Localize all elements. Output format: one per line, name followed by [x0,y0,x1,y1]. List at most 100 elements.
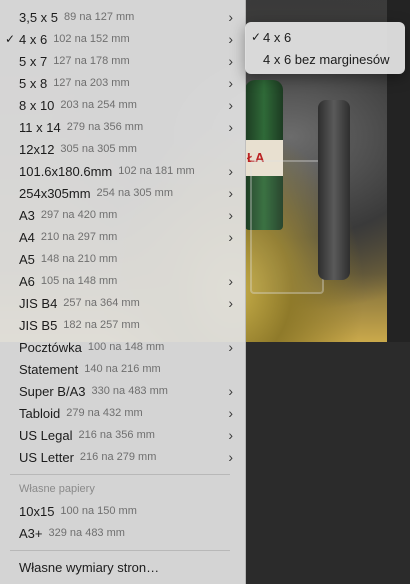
paper-size-dims: 254 na 305 mm [96,187,173,199]
paper-size-item[interactable]: Pocztówka 100 na 148 mm › [0,336,245,358]
paper-size-name: A3+ [19,525,43,541]
paper-size-name: A5 [19,251,35,267]
paper-size-dims: 330 na 483 mm [91,385,168,397]
paper-size-item[interactable]: A3 297 na 420 mm › [0,204,245,226]
paper-size-item[interactable]: 5 x 7 127 na 178 mm › [0,50,245,72]
chevron-right-icon: › [228,207,233,223]
submenu-item-4x6-borderless[interactable]: 4 x 6 bez marginesów [245,48,405,70]
paper-size-item[interactable]: US Letter 216 na 279 mm › [0,446,245,468]
paper-size-dims: 279 na 432 mm [66,407,143,419]
paper-size-dims: 100 na 150 mm [60,505,137,517]
paper-size-name: A6 [19,273,35,289]
paper-size-dims: 210 na 297 mm [40,231,118,243]
paper-size-dims: 148 na 210 mm [40,253,118,265]
chevron-right-icon: › [228,449,233,465]
chevron-right-icon: › [228,383,233,399]
paper-size-name: JIS B5 [19,317,58,333]
paper-size-name: Super B/A3 [19,383,86,399]
paper-size-name: A4 [19,229,35,245]
custom-page-sizes-item[interactable]: Własne wymiary stron… [0,556,245,578]
chevron-right-icon: › [228,97,233,113]
photo-glass [250,160,324,294]
menu-separator [10,550,230,551]
check-icon: ✓ [5,32,16,46]
chevron-right-icon: › [228,9,233,25]
paper-size-item[interactable]: 11 x 14 279 na 356 mm › [0,116,245,138]
paper-size-name: 8 x 10 [19,97,55,113]
chevron-right-icon: › [228,185,233,201]
paper-size-name: US Letter [19,449,74,465]
paper-size-dims: 102 na 181 mm [118,165,195,177]
paper-size-dims: 279 na 356 mm [66,121,144,133]
paper-size-name: US Legal [19,427,73,443]
paper-size-name: 11 x 14 [19,119,61,135]
submenu-item-4x6[interactable]: ✓ 4 x 6 [245,26,405,48]
paper-size-name: 10x15 [19,503,55,519]
paper-size-item[interactable]: JIS B5 182 na 257 mm [0,314,245,336]
paper-size-item[interactable]: Super B/A3 330 na 483 mm › [0,380,245,402]
custom-papers-section-label: Własne papiery [19,483,95,495]
paper-size-name: A3 [19,207,35,223]
paper-size-dims: 203 na 254 mm [60,99,137,111]
chevron-right-icon: › [228,273,233,289]
paper-size-dims: 102 na 152 mm [53,33,130,45]
paper-size-dims: 257 na 364 mm [63,297,140,309]
paper-size-name: Tabloid [19,405,61,421]
chevron-right-icon: › [228,119,233,135]
chevron-right-icon: › [228,53,233,69]
custom-paper-item[interactable]: 10x15 100 na 150 mm [0,500,245,522]
paper-size-item[interactable]: A5 148 na 210 mm [0,248,245,270]
chevron-right-icon: › [228,339,233,355]
chevron-right-icon: › [228,163,233,179]
custom-paper-item[interactable]: A3+ 329 na 483 mm [0,522,245,544]
paper-size-item[interactable]: 254x305mm 254 na 305 mm › [0,182,245,204]
check-icon: ✓ [251,30,262,44]
paper-size-name: 101.6x180.6mm [19,163,113,179]
paper-size-name: 4 x 6 [19,31,48,47]
chevron-right-icon: › [228,229,233,245]
photo-bottle-2 [318,100,350,280]
chevron-right-icon: › [228,427,233,443]
paper-size-item[interactable]: 101.6x180.6mm 102 na 181 mm › [0,160,245,182]
paper-size-dims: 182 na 257 mm [63,319,140,331]
paper-size-item[interactable]: A6 105 na 148 mm › [0,270,245,292]
paper-size-name: 254x305mm [19,185,91,201]
paper-size-item[interactable]: 5 x 8 127 na 203 mm › [0,72,245,94]
paper-size-name: Pocztówka [19,339,82,355]
chevron-right-icon: › [228,295,233,311]
paper-size-submenu: ✓ 4 x 6 4 x 6 bez marginesów [245,22,405,74]
paper-size-name: 5 x 7 [19,53,48,69]
chevron-right-icon: › [228,405,233,421]
paper-size-item[interactable]: A4 210 na 297 mm › [0,226,245,248]
paper-size-item[interactable]: Statement 140 na 216 mm [0,358,245,380]
paper-size-dims: 140 na 216 mm [84,363,161,375]
paper-size-dims: 89 na 127 mm [64,11,135,23]
paper-size-dims: 105 na 148 mm [40,275,118,287]
menu-separator [10,474,230,475]
paper-size-dims: 329 na 483 mm [48,527,125,539]
paper-size-dims: 100 na 148 mm [87,341,165,353]
chevron-right-icon: › [228,31,233,47]
paper-size-name: Statement [19,361,79,377]
paper-size-item[interactable]: Tabloid 279 na 432 mm › [0,402,245,424]
paper-size-name: JIS B4 [19,295,58,311]
paper-size-dims: 216 na 279 mm [79,451,157,463]
submenu-item-label: 4 x 6 [263,29,292,45]
paper-size-menu: 3,5 x 5 89 na 127 mm › ✓ 4 x 6 102 na 152 mm ›… [0,0,246,584]
paper-size-item[interactable]: ✓ 4 x 6 102 na 152 mm › [0,28,245,50]
paper-size-item[interactable]: JIS B4 257 na 364 mm › [0,292,245,314]
submenu-item-label: 4 x 6 bez marginesów [263,51,390,67]
paper-size-dims: 216 na 356 mm [78,429,155,441]
chevron-right-icon: › [228,75,233,91]
paper-size-dims: 297 na 420 mm [40,209,118,221]
paper-size-dims: 305 na 305 mm [60,143,137,155]
paper-size-item[interactable]: 8 x 10 203 na 254 mm › [0,94,245,116]
paper-size-item[interactable]: 3,5 x 5 89 na 127 mm › [0,6,245,28]
paper-size-name: 3,5 x 5 [19,9,59,25]
custom-page-sizes-label: Własne wymiary stron… [19,559,160,575]
paper-size-item[interactable]: 12x12 305 na 305 mm [0,138,245,160]
paper-size-dims: 127 na 178 mm [53,55,130,67]
paper-size-item[interactable]: US Legal 216 na 356 mm › [0,424,245,446]
paper-size-dims: 127 na 203 mm [53,77,130,89]
paper-size-name: 12x12 [19,141,55,157]
